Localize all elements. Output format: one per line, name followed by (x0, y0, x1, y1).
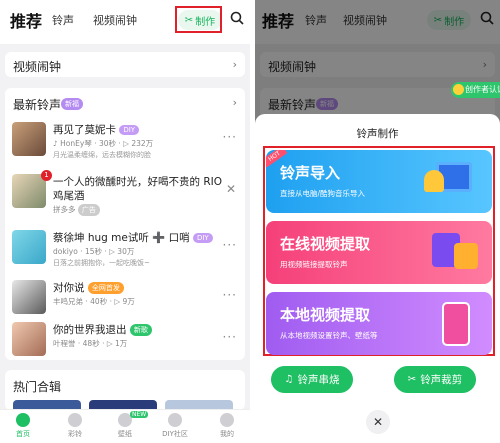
banner-title: 铃声导入 (280, 164, 341, 182)
nav-me[interactable]: 我的 (207, 413, 247, 439)
song-meta: 丰鸣兄弟 · 40秒 · ▷ 9万 (53, 297, 135, 306)
list-item[interactable]: 蔡徐坤 hug me试听 ➕ 口哨 DIY dokiyo · 15秒 · ▷ 3… (5, 224, 245, 276)
phone-play-icon (442, 302, 470, 346)
new-song-badge: 新歌 (129, 324, 152, 336)
song-name: 蔡徐坤 hug me试听 ➕ 口哨 DIY (53, 230, 213, 245)
song-name: 你的世界我退出 新歌 (53, 322, 152, 337)
song-title: 你的世界我退出 (53, 324, 127, 336)
left-screen: 推荐 铃声 视频闹钟 ✂ 制作 视频闹钟 › 最新铃声 新福 › 再见了莫妮卡 … (0, 0, 250, 443)
chevron-right-icon[interactable]: › (233, 96, 237, 109)
list-item[interactable]: 1 一个人的微醺时光，好喝不贵的 RIO 鸡尾酒 拼多多 广告 ✕ (5, 168, 245, 220)
nav-label: 首页 (16, 430, 30, 438)
banner-subtitle: 直接从电脑/酷狗音乐导入 (280, 189, 366, 198)
close-icon[interactable]: ✕ (366, 410, 390, 434)
ad-cover (12, 174, 46, 208)
list-item[interactable]: 再见了莫妮卡 DIY ♪ HonEy琴 · 30秒 · ▷ 232万 月光温柔缠… (5, 116, 245, 168)
button-label: 铃声裁剪 (420, 374, 463, 386)
song-cover (12, 230, 46, 264)
banner-subtitle: 用视频链接提取铃声 (280, 260, 348, 269)
tab-video-ringtone[interactable]: 视频闹钟 (93, 12, 137, 28)
hot-title: 热门合辑 (13, 380, 62, 394)
bell-icon (424, 170, 444, 192)
ringtone-medley-button[interactable]: ♫ 铃声串烧 (271, 366, 353, 393)
ringtone-make-sheet: 铃声制作 HOT 铃声导入 直接从电脑/酷狗音乐导入 在线视频提取 用视频链接提… (255, 114, 500, 443)
close-icon[interactable]: ✕ (226, 182, 237, 196)
nav-label: DIY社区 (162, 430, 188, 438)
song-meta: dokiyo · 15秒 · ▷ 30万 (53, 247, 135, 256)
link-icon (454, 243, 478, 269)
chevron-right-icon: › (232, 58, 237, 71)
ad-source: 拼多多 (53, 205, 76, 214)
diy-badge: DIY (192, 233, 213, 243)
hot-collection-card: 热门合辑 (5, 370, 245, 410)
video-alarm-title: 视频闹钟 (13, 60, 62, 74)
nav-ringback[interactable]: 彩铃 (55, 413, 95, 439)
banner-subtitle: 从本地视频设置铃声、壁纸等 (280, 331, 378, 340)
creator-badge[interactable]: 创作者认证 (451, 82, 500, 98)
song-meta: ♪ HonEy琴 · 30秒 · ▷ 232万 (53, 139, 154, 148)
song-cover (12, 280, 46, 314)
music-note-icon (68, 413, 82, 427)
nav-home[interactable]: 首页 (3, 413, 43, 439)
song-desc: 日落之前拥抱你，一起吃晚饭~ (53, 259, 150, 267)
song-title-line2: 鸡尾酒 (53, 190, 85, 202)
banner-title: 本地视频提取 (280, 306, 371, 324)
list-item[interactable]: 你的世界我退出 新歌 叶程誉 · 48秒 · ▷ 1万 ··· (5, 316, 245, 368)
more-icon[interactable]: ··· (223, 288, 237, 302)
search-icon[interactable] (230, 11, 244, 25)
tab-recommend[interactable]: 推荐 (10, 8, 42, 32)
song-desc: 月光温柔缠绵，远去模糊你的脸 (53, 151, 151, 159)
song-meta: 叶程誉 · 48秒 · ▷ 1万 (53, 339, 128, 348)
diy-badge: DIY (119, 125, 140, 135)
song-title: 一个人的微醺时光，好喝不贵的 RIO (53, 176, 222, 188)
song-name: 对你说 全网首发 (53, 280, 124, 295)
video-alarm-row[interactable]: 视频闹钟 › (5, 52, 245, 77)
song-cover (12, 122, 46, 156)
song-title: 对你说 (53, 282, 85, 294)
latest-badge: 新福 (61, 98, 83, 110)
notification-badge: 1 (41, 170, 52, 181)
new-badge: NEW (130, 411, 149, 418)
top-header: 推荐 铃声 视频闹钟 ✂ 制作 (0, 0, 250, 44)
sheet-title: 铃声制作 (356, 128, 399, 140)
profile-icon (220, 413, 234, 427)
nav-diy-community[interactable]: DIY社区 (155, 413, 195, 439)
home-icon (16, 413, 30, 427)
premiere-badge: 全网首发 (87, 282, 124, 294)
creator-badge-label: 创作者认证 (465, 85, 500, 94)
ad-meta: 拼多多 广告 (53, 204, 100, 216)
ringtone-import-banner[interactable]: HOT 铃声导入 直接从电脑/酷狗音乐导入 (266, 150, 492, 213)
song-title: 再见了莫妮卡 (53, 124, 116, 136)
local-video-extract-banner[interactable]: 本地视频提取 从本地视频设置铃声、壁纸等 (266, 292, 492, 355)
song-title: 蔡徐坤 hug me试听 ➕ 口哨 (53, 232, 190, 244)
nav-label: 我的 (220, 430, 234, 438)
ad-badge: 广告 (77, 204, 100, 216)
nav-label: 彩铃 (68, 430, 82, 438)
tab-ringtone[interactable]: 铃声 (52, 12, 74, 28)
button-label: 铃声串烧 (297, 374, 340, 386)
song-name: 再见了莫妮卡 DIY (53, 122, 140, 137)
more-icon[interactable]: ··· (223, 330, 237, 344)
highlight-box (175, 6, 222, 33)
ringtone-trim-button[interactable]: ✂ 铃声裁剪 (394, 366, 476, 393)
medley-icon: ♫ (284, 374, 294, 385)
bottom-nav: 首页 彩铃 壁纸 NEW DIY社区 我的 (0, 409, 250, 443)
banner-title: 在线视频提取 (280, 235, 371, 253)
right-screen: 推荐 铃声 视频闹钟 ✂ 制作 视频闹钟 › 最新铃声 新福 创作者认证 铃声制… (255, 0, 500, 443)
latest-title: 最新铃声 (13, 98, 62, 112)
more-icon[interactable]: ··· (223, 238, 237, 252)
more-icon[interactable]: ··· (223, 130, 237, 144)
diy-icon (168, 413, 182, 427)
scissors-icon: ✂ (407, 374, 417, 385)
latest-ringtones-card: 最新铃声 新福 › 再见了莫妮卡 DIY ♪ HonEy琴 · 30秒 · ▷ … (5, 88, 245, 360)
nav-label: 壁纸 (118, 430, 132, 438)
song-cover (12, 322, 46, 356)
online-video-extract-banner[interactable]: 在线视频提取 用视频链接提取铃声 (266, 221, 492, 284)
bulb-icon (453, 84, 464, 95)
